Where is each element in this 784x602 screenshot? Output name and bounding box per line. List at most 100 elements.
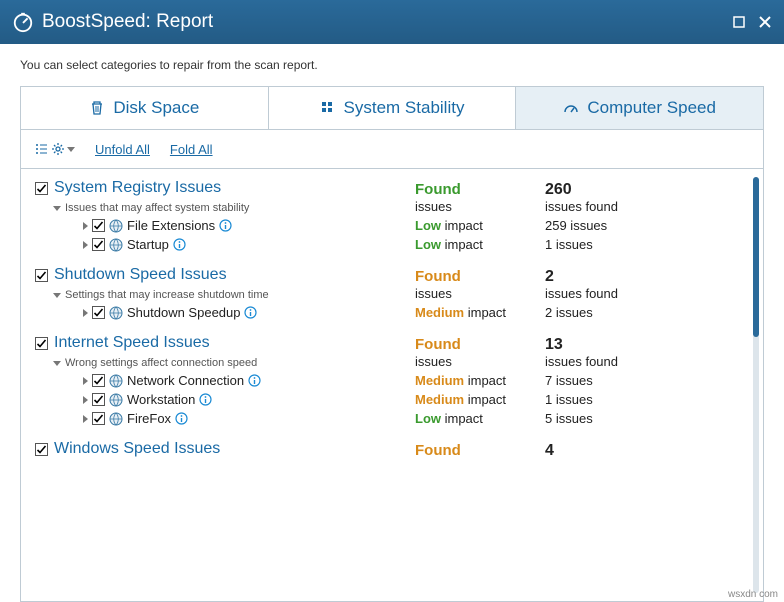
issue-group: System Registry Issues Found 260 Issues tha… xyxy=(35,179,737,252)
checkbox[interactable] xyxy=(92,393,105,406)
info-icon[interactable] xyxy=(199,393,212,406)
checkbox[interactable] xyxy=(92,238,105,251)
issues-sublabel: issues xyxy=(415,199,545,214)
item-count: 5 issues xyxy=(545,411,737,426)
group-count: 2 xyxy=(545,268,554,285)
item-count: 1 issues xyxy=(545,392,737,407)
title-bar: BoostSpeed: Report xyxy=(0,0,784,44)
info-icon[interactable] xyxy=(175,412,188,425)
expand-icon[interactable] xyxy=(83,222,88,230)
list-icon xyxy=(35,142,49,156)
issues-list: System Registry Issues Found 260 Issues tha… xyxy=(21,169,763,601)
checkbox[interactable] xyxy=(92,306,105,319)
group-description: Issues that may affect system stability xyxy=(65,202,249,214)
checkbox[interactable] xyxy=(92,374,105,387)
trash-icon xyxy=(89,100,105,116)
item-name[interactable]: Startup xyxy=(127,237,169,252)
globe-icon xyxy=(109,393,123,407)
found-label: Found xyxy=(415,268,461,285)
info-icon[interactable] xyxy=(219,219,232,232)
issues-sublabel: issues xyxy=(415,286,545,301)
info-icon[interactable] xyxy=(248,374,261,387)
issues-found-sublabel: issues found xyxy=(545,286,737,301)
scrollbar-thumb[interactable] xyxy=(753,177,759,337)
tab-computer-speed[interactable]: Computer Speed xyxy=(516,87,763,129)
item-count: 7 issues xyxy=(545,373,737,388)
issue-item: Shutdown Speedup Medium impact2 issues xyxy=(35,305,737,320)
globe-icon xyxy=(109,238,123,252)
impact-label: Medium impact xyxy=(415,392,545,407)
item-name[interactable]: Workstation xyxy=(127,392,195,407)
category-tabs: Disk Space System Stability Computer Spe… xyxy=(20,86,764,130)
item-name[interactable]: Network Connection xyxy=(127,373,244,388)
globe-icon xyxy=(109,374,123,388)
scrollbar[interactable] xyxy=(753,177,759,593)
checkbox[interactable] xyxy=(35,337,48,350)
found-label: Found xyxy=(415,181,461,198)
expand-icon[interactable] xyxy=(83,396,88,404)
window-title: BoostSpeed: Report xyxy=(42,11,213,33)
group-count: 13 xyxy=(545,336,563,353)
expand-icon[interactable] xyxy=(83,377,88,385)
item-count: 2 issues xyxy=(545,305,737,320)
issue-group: Internet Speed IssuesFound13Wrong settin… xyxy=(35,334,737,426)
maximize-button[interactable] xyxy=(728,11,750,33)
issue-item: FireFox Low impact5 issues xyxy=(35,411,737,426)
group-title[interactable]: System Registry Issues xyxy=(54,179,221,197)
group-count: 260 xyxy=(545,181,572,198)
impact-label: Low impact xyxy=(415,411,545,426)
group-title[interactable]: Internet Speed Issues xyxy=(54,334,210,352)
chevron-down-icon xyxy=(67,147,75,152)
info-icon[interactable] xyxy=(244,306,257,319)
group-title[interactable]: Windows Speed Issues xyxy=(54,440,220,458)
checkbox[interactable] xyxy=(35,443,48,456)
expand-icon[interactable] xyxy=(83,309,88,317)
item-name[interactable]: File Extensions xyxy=(127,218,215,233)
checkbox[interactable] xyxy=(92,219,105,232)
issue-group: Shutdown Speed Issues Found 2 Settings that… xyxy=(35,266,737,320)
issue-item: File Extensions Low impact259 issues xyxy=(35,218,737,233)
found-label: Found xyxy=(415,442,461,459)
item-count: 1 issues xyxy=(545,237,737,252)
tab-label: System Stability xyxy=(344,98,465,118)
group-title[interactable]: Shutdown Speed Issues xyxy=(54,266,227,284)
gauge-icon xyxy=(563,100,579,116)
expand-icon[interactable] xyxy=(83,241,88,249)
checkbox[interactable] xyxy=(92,412,105,425)
issues-found-sublabel: issues found xyxy=(545,354,737,369)
fold-all-link[interactable]: Fold All xyxy=(170,142,213,157)
unfold-all-link[interactable]: Unfold All xyxy=(95,142,150,157)
group-count: 4 xyxy=(545,442,554,459)
instruction-text: You can select categories to repair from… xyxy=(20,58,764,72)
checkbox[interactable] xyxy=(35,269,48,282)
item-count: 259 issues xyxy=(545,218,737,233)
globe-icon xyxy=(109,219,123,233)
issue-group: Windows Speed Issues Found 4 xyxy=(35,440,737,460)
item-name[interactable]: FireFox xyxy=(127,411,171,426)
close-button[interactable] xyxy=(754,11,776,33)
item-name[interactable]: Shutdown Speedup xyxy=(127,305,240,320)
issue-item: Workstation Medium impact1 issues xyxy=(35,392,737,407)
tab-system-stability[interactable]: System Stability xyxy=(269,87,517,129)
tab-disk-space[interactable]: Disk Space xyxy=(21,87,269,129)
app-logo-icon xyxy=(12,11,34,33)
gear-icon xyxy=(51,142,65,156)
issue-item: Network Connection Medium impact7 issues xyxy=(35,373,737,388)
group-description: Wrong settings affect connection speed xyxy=(65,357,257,369)
globe-icon xyxy=(109,412,123,426)
checkbox[interactable] xyxy=(35,182,48,195)
collapse-icon[interactable] xyxy=(53,206,61,211)
tab-label: Computer Speed xyxy=(587,98,716,118)
tab-label: Disk Space xyxy=(113,98,199,118)
info-icon[interactable] xyxy=(173,238,186,251)
issues-sublabel: issues xyxy=(415,354,545,369)
expand-icon[interactable] xyxy=(83,415,88,423)
group-description: Settings that may increase shutdown time xyxy=(65,289,269,301)
collapse-icon[interactable] xyxy=(53,361,61,366)
impact-label: Low impact xyxy=(415,218,545,233)
blocks-icon xyxy=(320,100,336,116)
collapse-icon[interactable] xyxy=(53,293,61,298)
issues-found-sublabel: issues found xyxy=(545,199,737,214)
view-options-button[interactable] xyxy=(35,142,75,156)
impact-label: Medium impact xyxy=(415,305,545,320)
